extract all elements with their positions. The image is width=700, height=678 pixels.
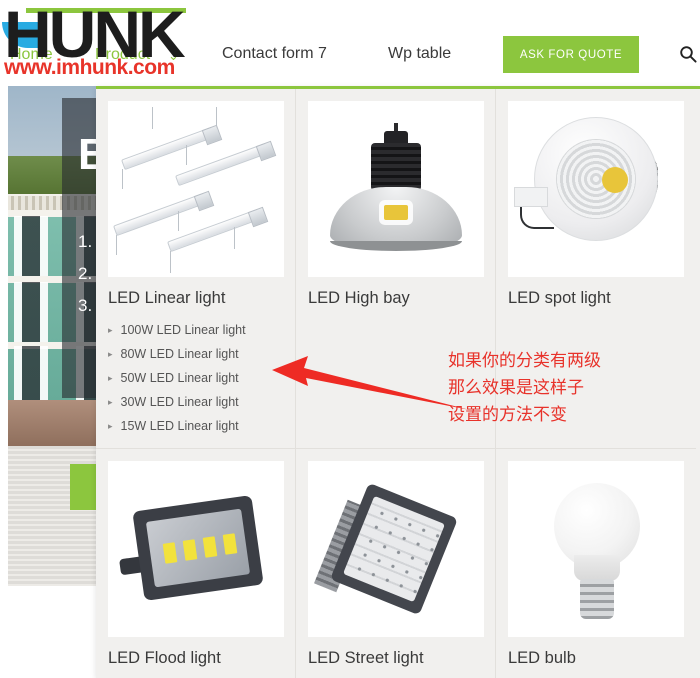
caret-right-icon: ▸ bbox=[108, 396, 113, 407]
mega-category-title[interactable]: LED Street light bbox=[308, 649, 483, 668]
site-header: Home Product ⌄ Contact form 7 Wp table A… bbox=[0, 0, 700, 86]
mega-subitem-label: 80W LED Linear light bbox=[120, 347, 239, 361]
annotation-line-1: 如果你的分类有两级 bbox=[448, 351, 601, 371]
mega-subitem-15w[interactable]: ▸ 15W LED Linear light bbox=[108, 414, 283, 438]
mega-subitem-30w[interactable]: ▸ 30W LED Linear light bbox=[108, 390, 283, 414]
hero-list: 1. 2. 3. bbox=[78, 226, 92, 322]
mega-category-led-linear-light[interactable]: LED Linear light ▸ 100W LED Linear light… bbox=[96, 89, 296, 449]
hero-list-item-3: 3. bbox=[78, 296, 93, 315]
mega-subitem-label: 100W LED Linear light bbox=[120, 323, 246, 337]
nav-wp-table[interactable]: Wp table bbox=[388, 45, 451, 63]
led-bulb-thumb[interactable] bbox=[508, 461, 684, 637]
hero-list-item-2: 2. bbox=[78, 264, 93, 283]
annotation-line-2: 那么效果是这样子 bbox=[448, 378, 584, 398]
mega-subitem-100w[interactable]: ▸ 100W LED Linear light bbox=[108, 318, 283, 342]
mega-subitem-label: 50W LED Linear light bbox=[120, 371, 239, 385]
mega-category-title[interactable]: LED bulb bbox=[508, 649, 684, 668]
mega-category-led-street-light[interactable]: LED Street light bbox=[296, 449, 496, 678]
page-gutter-left bbox=[0, 86, 8, 586]
nav-contact-form-7[interactable]: Contact form 7 bbox=[222, 45, 327, 63]
annotation-text: 如果你的分类有两级 那么效果是这样子 设置的方法不变 bbox=[448, 348, 601, 429]
mega-subitem-label: 15W LED Linear light bbox=[120, 419, 239, 433]
caret-right-icon: ▸ bbox=[108, 348, 113, 359]
page-root: B 1. 2. 3. Home Product ⌄ Contact form 7… bbox=[0, 0, 700, 678]
mega-subitem-label: 30W LED Linear light bbox=[120, 395, 239, 409]
nav-home[interactable]: Home bbox=[10, 46, 53, 64]
caret-right-icon: ▸ bbox=[108, 372, 113, 383]
mega-subitem-50w[interactable]: ▸ 50W LED Linear light bbox=[108, 366, 283, 390]
mega-subcategory-list: ▸ 100W LED Linear light ▸ 80W LED Linear… bbox=[108, 318, 283, 438]
mega-category-title[interactable]: LED Flood light bbox=[108, 649, 283, 668]
nav-product[interactable]: Product bbox=[95, 46, 150, 64]
mega-category-title[interactable]: LED High bay bbox=[308, 289, 483, 308]
annotation-arrow bbox=[272, 356, 470, 410]
led-linear-light-thumb[interactable] bbox=[108, 101, 284, 277]
ask-for-quote-button[interactable]: ASK FOR QUOTE bbox=[503, 36, 639, 73]
mega-category-led-flood-light[interactable]: LED Flood light bbox=[96, 449, 296, 678]
mega-subitem-80w[interactable]: ▸ 80W LED Linear light bbox=[108, 342, 283, 366]
led-spot-light-thumb[interactable] bbox=[508, 101, 684, 277]
led-high-bay-thumb[interactable] bbox=[308, 101, 484, 277]
chevron-down-icon[interactable]: ⌄ bbox=[168, 48, 179, 64]
search-icon[interactable] bbox=[679, 45, 697, 63]
mega-category-led-bulb[interactable]: LED bulb bbox=[496, 449, 696, 678]
mega-category-title[interactable]: LED spot light bbox=[508, 289, 684, 308]
led-street-light-thumb[interactable] bbox=[308, 461, 484, 637]
annotation-line-3: 设置的方法不变 bbox=[448, 405, 567, 425]
caret-right-icon: ▸ bbox=[108, 324, 113, 335]
caret-right-icon: ▸ bbox=[108, 420, 113, 431]
led-flood-light-thumb[interactable] bbox=[108, 461, 284, 637]
mega-category-title[interactable]: LED Linear light bbox=[108, 289, 283, 308]
hero-list-item-1: 1. bbox=[78, 232, 93, 251]
